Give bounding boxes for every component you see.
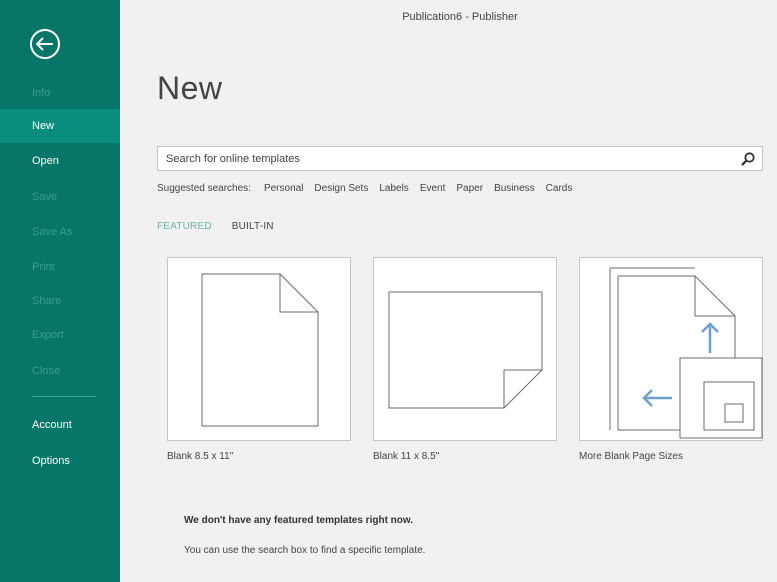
template-label-blank-landscape: Blank 11 x 8.5" [373,451,440,462]
suggested-business[interactable]: Business [494,183,535,194]
suggested-personal[interactable]: Personal [264,183,303,194]
window-title: Publication6 - Publisher [402,11,518,23]
nav-item-new[interactable]: New [0,109,120,143]
template-tile-blank-portrait[interactable] [167,257,351,441]
template-label-blank-portrait: Blank 8.5 x 11" [167,451,234,462]
no-templates-message: We don't have any featured templates rig… [184,515,414,526]
nav-item-account[interactable]: Account [0,408,120,442]
portrait-page-icon [201,273,319,427]
page-title: New [157,70,223,106]
template-label-more-sizes: More Blank Page Sizes [579,451,683,462]
backstage-sidebar: Info New Open Save Save As Print Share E… [0,0,120,582]
template-tile-blank-landscape[interactable] [373,257,557,441]
search-hint-message: You can use the search box to find a spe… [184,545,426,556]
back-button[interactable] [30,29,60,59]
template-tile-more-sizes[interactable] [579,257,763,441]
suggested-paper[interactable]: Paper [456,183,483,194]
suggested-labels[interactable]: Labels [379,183,408,194]
template-search-input[interactable] [158,147,728,170]
suggested-searches: Suggested searches: Personal Design Sets… [157,183,572,194]
landscape-page-icon [388,291,543,409]
page-sizes-icon [609,267,763,439]
template-search-box [157,146,763,171]
suggested-event[interactable]: Event [420,183,446,194]
template-tabs: FEATURED BUILT-IN [157,221,274,232]
nav-item-print[interactable]: Print [0,250,120,284]
nav-item-save[interactable]: Save [0,180,120,214]
suggested-cards[interactable]: Cards [546,183,573,194]
nav-item-options[interactable]: Options [0,444,120,478]
back-arrow-icon [36,37,53,51]
search-icon[interactable] [740,151,756,167]
nav-item-close[interactable]: Close [0,354,120,388]
tab-featured[interactable]: FEATURED [157,221,212,232]
suggested-design-sets[interactable]: Design Sets [314,183,368,194]
tab-built-in[interactable]: BUILT-IN [232,221,274,232]
nav-divider [32,396,96,397]
nav-item-share[interactable]: Share [0,284,120,318]
nav-item-info[interactable]: Info [0,76,120,110]
suggested-searches-label: Suggested searches: [157,183,251,194]
nav-item-export[interactable]: Export [0,318,120,352]
nav-item-save-as[interactable]: Save As [0,215,120,249]
nav-item-open[interactable]: Open [0,144,120,178]
